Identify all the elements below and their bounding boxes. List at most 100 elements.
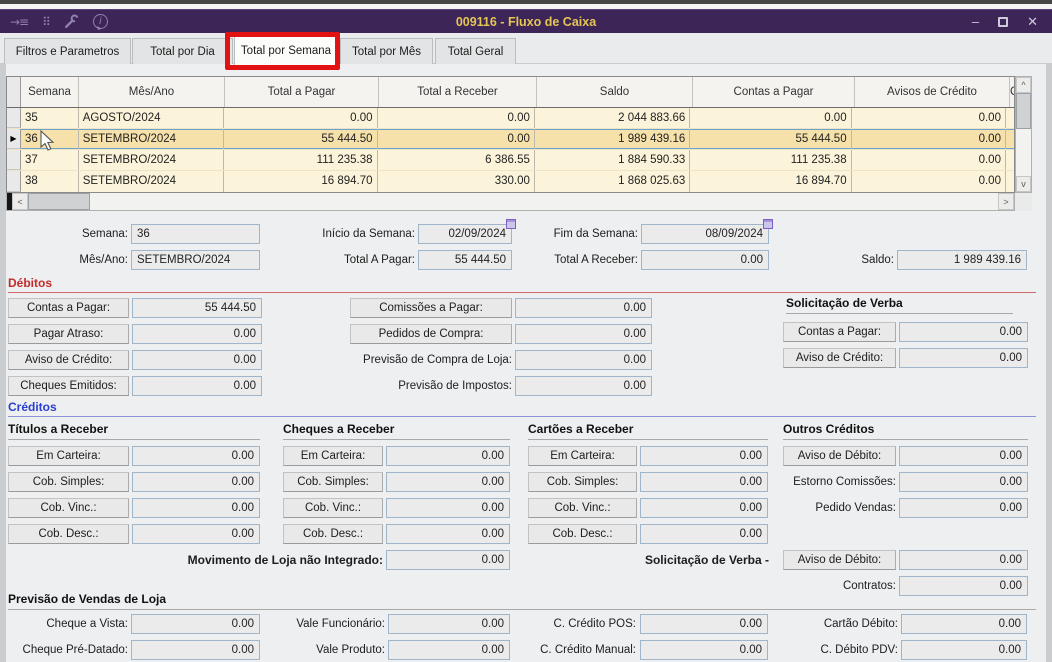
- verba-aviso-de-credito-field[interactable]: 0.00: [899, 348, 1028, 368]
- scroll-up-icon[interactable]: ^: [1016, 77, 1031, 93]
- outros-aviso-de-debito-field[interactable]: 0.00: [899, 446, 1028, 466]
- titulos-cob-vinc-field[interactable]: 0.00: [132, 498, 260, 518]
- debito-pdv-field[interactable]: 0.00: [901, 640, 1027, 660]
- scroll-right-icon[interactable]: >: [998, 193, 1014, 210]
- minimize-button[interactable]: –: [972, 15, 979, 28]
- cheques-em-carteira-button[interactable]: Em Carteira:: [283, 446, 383, 466]
- titulos-cob-desc-button[interactable]: Cob. Desc.:: [8, 524, 129, 544]
- cell-semana: 38: [21, 171, 79, 192]
- calendar-icon[interactable]: [506, 219, 516, 229]
- contratos-field[interactable]: 0.00: [899, 576, 1028, 596]
- cheques-cob-desc-field[interactable]: 0.00: [386, 524, 510, 544]
- column-header-total-a-pagar[interactable]: Total a Pagar: [225, 77, 379, 107]
- contas-a-pagar-field[interactable]: 55 444.50: [132, 298, 262, 318]
- cartao-debito-field[interactable]: 0.00: [901, 614, 1027, 634]
- cheques-cob-vinc-field[interactable]: 0.00: [386, 498, 510, 518]
- table-row[interactable]: 37 SETEMBRO/2024 111 235.38 6 386.55 1 8…: [7, 150, 1014, 171]
- tab-total-por-semana[interactable]: Total por Semana: [234, 35, 338, 65]
- cheques-cob-desc-button[interactable]: Cob. Desc.:: [283, 524, 383, 544]
- cheques-emitidos-field[interactable]: 0.00: [132, 376, 262, 396]
- cartoes-cob-desc-field[interactable]: 0.00: [640, 524, 768, 544]
- verba-aviso-de-debito-button[interactable]: Aviso de Débito:: [783, 550, 896, 570]
- tab-filtros-e-parametros[interactable]: Filtros e Parametros: [4, 38, 131, 64]
- cheque-a-vista-field[interactable]: 0.00: [131, 614, 260, 634]
- calendar-icon[interactable]: [763, 219, 773, 229]
- close-button[interactable]: ✕: [1027, 15, 1038, 28]
- mes-ano-field[interactable]: SETEMBRO/2024: [131, 250, 260, 270]
- verba-aviso-de-credito-button[interactable]: Aviso de Crédito:: [783, 348, 896, 368]
- pagar-atraso-button[interactable]: Pagar Atraso:: [8, 324, 129, 344]
- verba-aviso-de-debito-field[interactable]: 0.00: [899, 550, 1028, 570]
- maximize-button[interactable]: [998, 16, 1009, 27]
- pedido-vendas-field[interactable]: 0.00: [899, 498, 1028, 518]
- vertical-scroll-thumb[interactable]: [1016, 93, 1031, 129]
- titulos-cob-simples-field[interactable]: 0.00: [132, 472, 260, 492]
- tab-total-por-dia[interactable]: Total por Dia: [132, 38, 233, 64]
- titulos-em-carteira-button[interactable]: Em Carteira:: [8, 446, 129, 466]
- credito-manual-field[interactable]: 0.00: [640, 640, 768, 660]
- column-header-saldo[interactable]: Saldo: [537, 77, 693, 107]
- movimento-loja-field[interactable]: 0.00: [386, 550, 510, 570]
- previsao-compra-loja-field[interactable]: 0.00: [515, 350, 652, 370]
- total-a-pagar-field[interactable]: 55 444.50: [418, 250, 512, 270]
- column-header-total-a-receber[interactable]: Total a Receber: [379, 77, 537, 107]
- column-header-avisos-de-credito[interactable]: Avisos de Crédito: [855, 77, 1010, 107]
- aviso-de-credito-button[interactable]: Aviso de Crédito:: [8, 350, 129, 370]
- column-header-contas-a-pagar[interactable]: Contas a Pagar: [693, 77, 855, 107]
- cartoes-cob-vinc-button[interactable]: Cob. Vinc.:: [528, 498, 637, 518]
- comissoes-a-pagar-button[interactable]: Comissões a Pagar:: [350, 298, 512, 318]
- horizontal-scroll-thumb[interactable]: [28, 193, 90, 210]
- titulos-cob-desc-field[interactable]: 0.00: [132, 524, 260, 544]
- inicio-semana-field[interactable]: 02/09/2024: [418, 219, 516, 244]
- column-header-mes-ano[interactable]: Mês/Ano: [79, 77, 225, 107]
- info-icon[interactable]: i: [92, 14, 108, 29]
- cheques-cob-vinc-button[interactable]: Cob. Vinc.:: [283, 498, 383, 518]
- table-row-selected[interactable]: ▶ 36 SETEMBRO/2024 55 444.50 0.00 1 989 …: [7, 129, 1014, 150]
- tab-total-geral[interactable]: Total Geral: [435, 38, 516, 64]
- cartoes-cob-simples-button[interactable]: Cob. Simples:: [528, 472, 637, 492]
- credito-pos-field[interactable]: 0.00: [640, 614, 768, 634]
- table-row[interactable]: 38 SETEMBRO/2024 16 894.70 330.00 1 868 …: [7, 171, 1014, 192]
- status-grid-icon[interactable]: ⠿: [42, 15, 51, 29]
- goto-menu-icon[interactable]: →≡: [10, 15, 29, 29]
- cartoes-em-carteira-button[interactable]: Em Carteira:: [528, 446, 637, 466]
- previsao-impostos-field[interactable]: 0.00: [515, 376, 652, 396]
- semana-field[interactable]: 36: [131, 224, 260, 244]
- verba-contas-a-pagar-button[interactable]: Contas a Pagar:: [783, 322, 896, 342]
- aviso-de-credito-field[interactable]: 0.00: [132, 350, 262, 370]
- contas-a-pagar-button[interactable]: Contas a Pagar:: [8, 298, 129, 318]
- wrench-icon[interactable]: [64, 14, 79, 29]
- estorno-comissoes-field[interactable]: 0.00: [899, 472, 1028, 492]
- vale-produto-field[interactable]: 0.00: [388, 640, 510, 660]
- cheques-em-carteira-field[interactable]: 0.00: [386, 446, 510, 466]
- column-header-semana[interactable]: Semana: [21, 77, 79, 107]
- verba-contas-a-pagar-field[interactable]: 0.00: [899, 322, 1028, 342]
- vale-produto-label: Vale Produto:: [316, 644, 385, 656]
- cheques-cob-simples-button[interactable]: Cob. Simples:: [283, 472, 383, 492]
- vale-funcionario-field[interactable]: 0.00: [388, 614, 510, 634]
- fim-semana-field[interactable]: 08/09/2024: [641, 219, 773, 244]
- outros-aviso-de-debito-button[interactable]: Aviso de Débito:: [783, 446, 896, 466]
- cartoes-cob-desc-button[interactable]: Cob. Desc.:: [528, 524, 637, 544]
- pedidos-de-compra-field[interactable]: 0.00: [515, 324, 652, 344]
- comissoes-a-pagar-field[interactable]: 0.00: [515, 298, 652, 318]
- saldo-field[interactable]: 1 989 439.16: [897, 250, 1027, 270]
- titulos-cob-vinc-button[interactable]: Cob. Vinc.:: [8, 498, 129, 518]
- cartoes-cob-vinc-field[interactable]: 0.00: [640, 498, 768, 518]
- row-gutter: [7, 108, 21, 128]
- cheque-pre-datado-field[interactable]: 0.00: [131, 640, 260, 660]
- total-a-receber-field[interactable]: 0.00: [641, 250, 769, 270]
- cheques-emitidos-button[interactable]: Cheques Emitidos:: [8, 376, 129, 396]
- pedidos-de-compra-button[interactable]: Pedidos de Compra:: [350, 324, 512, 344]
- table-row[interactable]: 35 AGOSTO/2024 0.00 0.00 2 044 883.66 0.…: [7, 108, 1014, 129]
- vertical-scrollbar[interactable]: ^ v: [1015, 76, 1032, 193]
- scroll-down-icon[interactable]: v: [1016, 176, 1031, 192]
- cheques-cob-simples-field[interactable]: 0.00: [386, 472, 510, 492]
- tab-total-por-mes[interactable]: Total por Mês: [340, 38, 433, 64]
- titulos-cob-simples-button[interactable]: Cob. Simples:: [8, 472, 129, 492]
- cartoes-em-carteira-field[interactable]: 0.00: [640, 446, 768, 466]
- titulos-em-carteira-field[interactable]: 0.00: [132, 446, 260, 466]
- horizontal-scrollbar[interactable]: < >: [6, 193, 1015, 211]
- scroll-left-icon[interactable]: <: [12, 193, 28, 210]
- pagar-atraso-field[interactable]: 0.00: [132, 324, 262, 344]
